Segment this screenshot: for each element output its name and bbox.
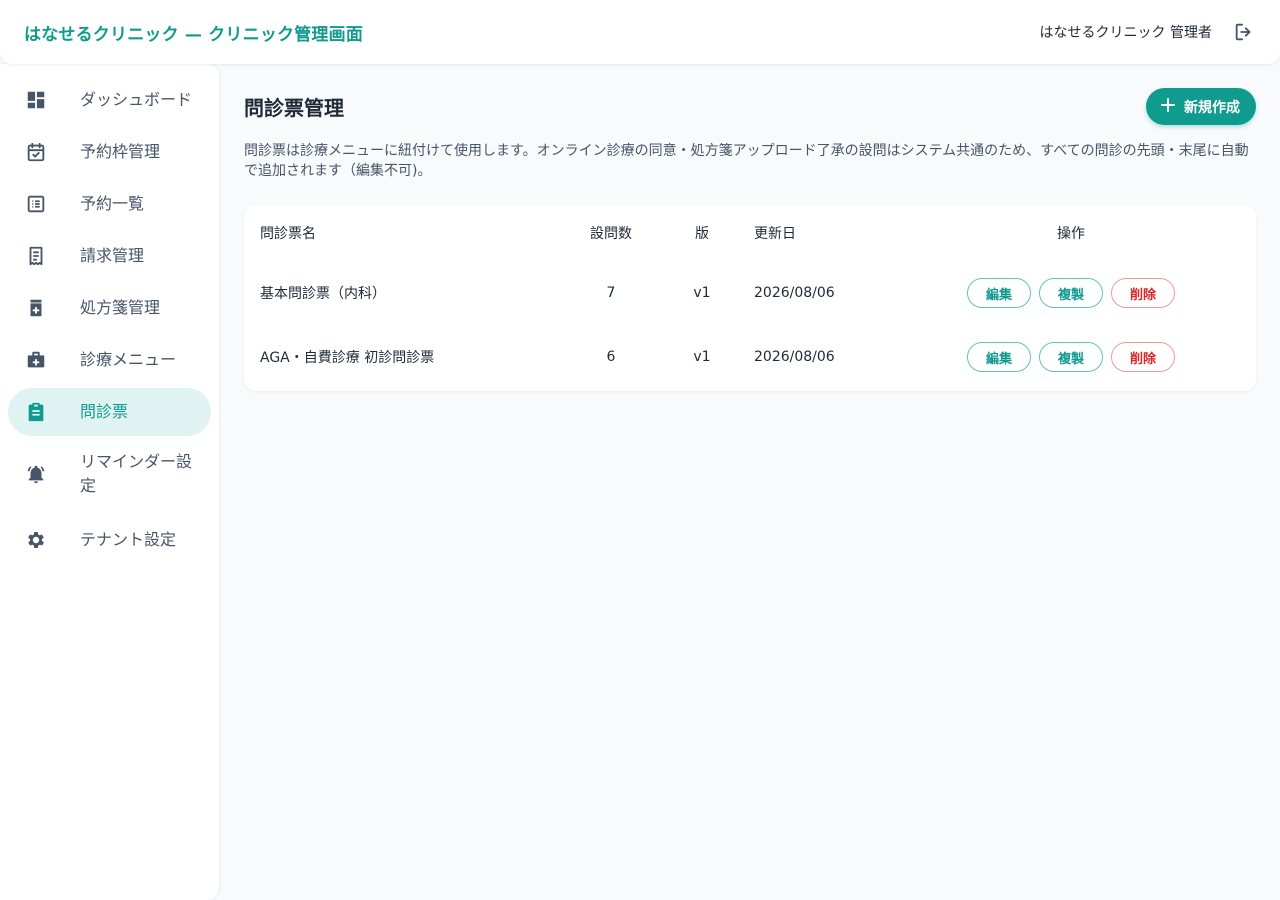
main-content: 問診票管理 新規作成 問診票は診療メニューに紐付けて使用します。オンライン診療の… [244,64,1256,391]
page-header: 問診票管理 新規作成 [244,88,1256,125]
edit-button[interactable]: 編集 [967,278,1031,308]
updated-date: 2026/08/06 [754,285,835,301]
receipt-icon [24,244,48,268]
sidebar-item-reminder-settings[interactable]: リマインダー設定 [8,444,211,504]
sidebar-item-tenant-settings[interactable]: テナント設定 [8,516,211,564]
header-right: はなせるクリニック 管理者 [1040,20,1256,44]
admin-name: はなせるクリニック 管理者 [1039,25,1212,41]
sidebar: ダッシュボード 予約枠管理 予約一覧 請求管理 処方箋管理 診療メニュー 問診票… [0,64,219,900]
duplicate-button[interactable]: 複製 [1039,342,1103,372]
sidebar-item-label: テナント設定 [80,530,177,549]
sidebar-item-dashboard[interactable]: ダッシュボード [8,76,211,124]
sidebar-item-prescriptions[interactable]: 処方箋管理 [8,284,211,332]
questionnaire-name: 基本問診票（内科） [260,286,386,302]
clipboard-icon [24,400,48,424]
sidebar-item-reservation-slots[interactable]: 予約枠管理 [8,128,211,176]
table-row: AGA・自費診療 初診問診票 6 v1 2026/08/06 編集 複製 削除 [244,325,1256,389]
logout-icon[interactable] [1232,20,1256,44]
sidebar-item-label: 予約枠管理 [80,142,161,161]
column-header-version: 版 [695,226,709,242]
page-title: 問診票管理 [244,96,344,120]
table-header-row: 問診票名 設問数 版 更新日 操作 [244,205,1256,261]
questionnaire-table: 問診票名 設問数 版 更新日 操作 基本問診票（内科） 7 v1 2026/08… [244,205,1256,389]
sidebar-item-label: 診療メニュー [80,350,177,369]
new-button-label: 新規作成 [1184,99,1240,116]
medication-icon [24,296,48,320]
new-questionnaire-button[interactable]: 新規作成 [1146,88,1256,125]
gear-icon [24,528,48,552]
questionnaire-table-card: 問診票名 設問数 版 更新日 操作 基本問診票（内科） 7 v1 2026/08… [244,205,1256,391]
row-actions: 編集 複製 削除 [886,261,1256,325]
sidebar-item-reservation-list[interactable]: 予約一覧 [8,180,211,228]
table-row: 基本問診票（内科） 7 v1 2026/08/06 編集 複製 削除 [244,261,1256,325]
question-count: 6 [606,349,616,365]
questionnaire-name: AGA・自費診療 初診問診票 [260,350,435,366]
plus-icon [1160,97,1176,117]
sidebar-item-label: 予約一覧 [80,194,145,213]
delete-button[interactable]: 削除 [1111,278,1175,308]
column-header-actions: 操作 [1057,226,1085,242]
medical-bag-icon [24,348,48,372]
question-count: 7 [606,285,616,301]
duplicate-button[interactable]: 複製 [1039,278,1103,308]
sidebar-item-medical-menu[interactable]: 診療メニュー [8,336,211,384]
sidebar-item-label: 問診票 [80,402,129,421]
version: v1 [693,349,711,365]
list-icon [24,192,48,216]
sidebar-item-label: リマインダー設定 [80,452,193,495]
page-description: 問診票は診療メニューに紐付けて使用します。オンライン診療の同意・処方箋アップロー… [244,143,1249,179]
app-title: はなせるクリニック — クリニック管理画面 [24,24,364,45]
column-header-count: 設問数 [590,226,632,242]
column-header-updated: 更新日 [754,226,796,242]
sidebar-item-billing[interactable]: 請求管理 [8,232,211,280]
delete-button[interactable]: 削除 [1111,342,1175,372]
top-bar: はなせるクリニック — クリニック管理画面 はなせるクリニック 管理者 [0,0,1280,64]
calendar-check-icon [24,140,48,164]
updated-date: 2026/08/06 [754,349,835,365]
version: v1 [693,285,711,301]
sidebar-item-label: ダッシュボード [80,90,193,109]
dashboard-icon [24,88,48,112]
row-actions: 編集 複製 削除 [886,325,1256,389]
edit-button[interactable]: 編集 [967,342,1031,372]
sidebar-item-label: 請求管理 [80,246,145,265]
sidebar-item-label: 処方箋管理 [80,298,161,317]
bell-icon [24,462,48,486]
sidebar-item-questionnaire[interactable]: 問診票 [8,388,211,436]
column-header-name: 問診票名 [260,226,316,242]
